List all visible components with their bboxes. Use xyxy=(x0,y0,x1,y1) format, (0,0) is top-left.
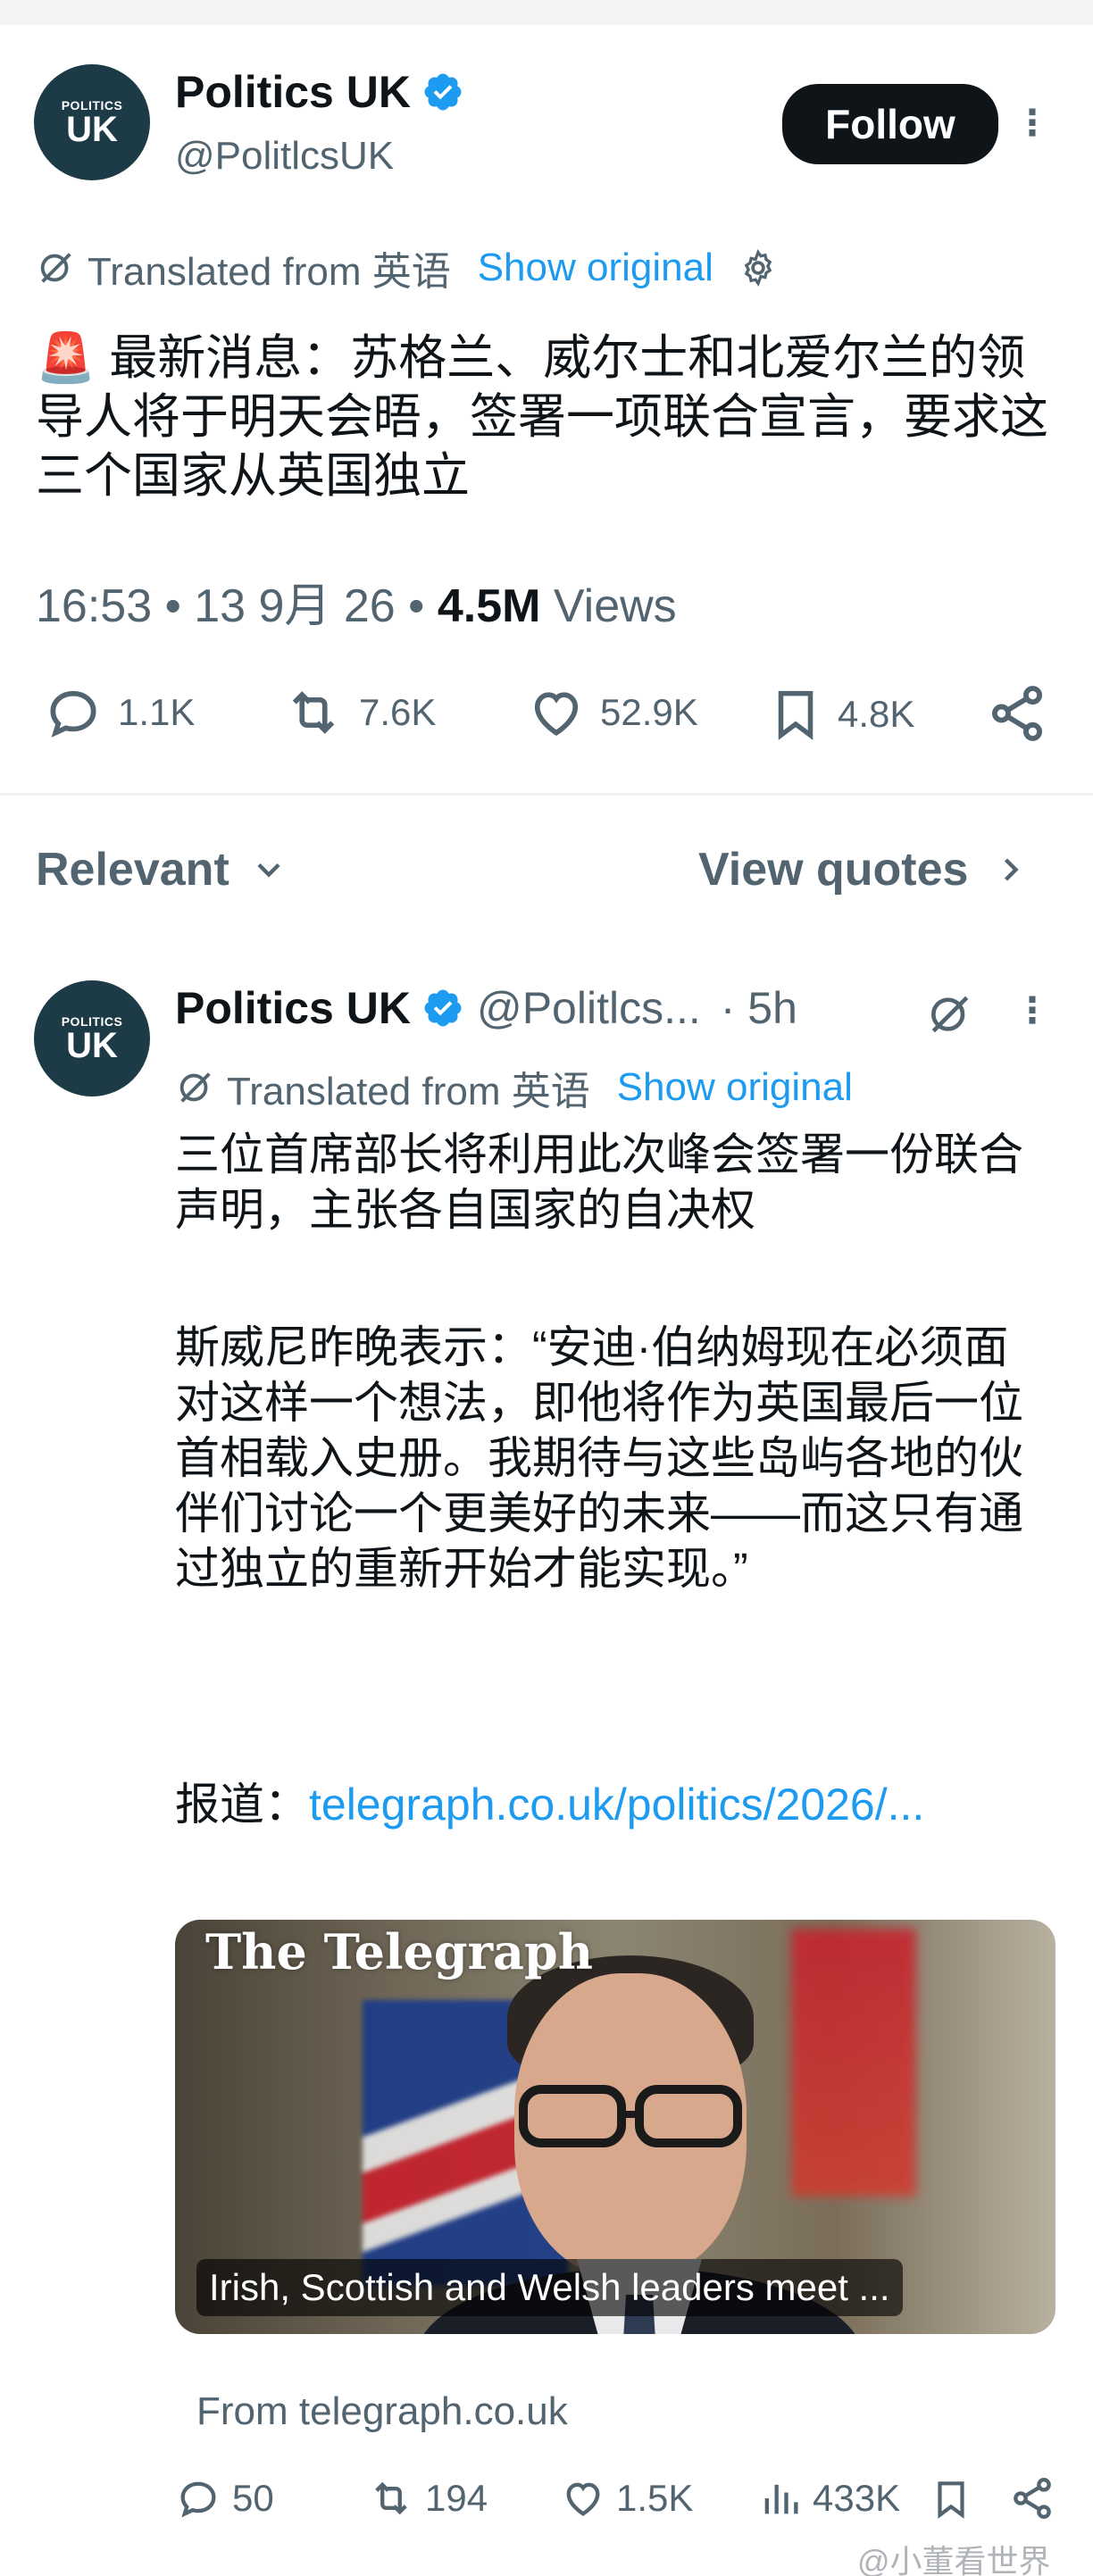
translation-bar: Translated from 英语 Show original xyxy=(36,239,778,296)
views-count: 4.5M xyxy=(437,580,541,632)
reply-views-button[interactable]: 433K xyxy=(757,2475,900,2522)
avatar-text-main: UK xyxy=(66,110,118,149)
author-handle[interactable]: @PolitlcsUK xyxy=(175,134,394,179)
watermark: @小董看世界 xyxy=(857,2543,1051,2576)
reply-like-button[interactable]: 1.5K xyxy=(559,2475,693,2522)
reply-share-icon[interactable] xyxy=(1009,2475,1055,2522)
share-icon xyxy=(992,686,1042,741)
card-caption: Irish, Scottish and Welsh leaders meet .… xyxy=(196,2259,903,2316)
retweet-button[interactable]: 7.6K xyxy=(280,682,436,743)
glasses-icon xyxy=(519,2085,742,2147)
translated-from-label: Translated from 英语 xyxy=(227,1070,590,1113)
translated-from-label: Translated from 英语 xyxy=(88,250,451,294)
section-divider xyxy=(0,793,1093,796)
report-prefix: 报道： xyxy=(175,1780,309,1830)
reply-report-line: 报道：telegraph.co.uk/politics/2026/... xyxy=(175,1777,979,1832)
main-author-row: Politics UK xyxy=(175,66,464,118)
author-name[interactable]: Politics UK xyxy=(175,66,411,118)
report-link[interactable]: telegraph.co.uk/politics/2026/... xyxy=(309,1780,924,1830)
reply-retweet-count: 194 xyxy=(425,2477,488,2519)
status-bar xyxy=(0,0,1093,25)
main-tweet-meta: 16:53 • 13 9月 26 • 4.5M Views xyxy=(36,568,677,635)
reply-bookmark-icon[interactable] xyxy=(929,2475,973,2523)
chevron-down-icon xyxy=(257,863,280,878)
bookmark-button[interactable]: 4.8K xyxy=(766,682,914,746)
reply-button[interactable]: 1.1K xyxy=(43,682,195,743)
telegraph-logo: The Telegraph xyxy=(205,1923,594,1980)
gear-icon[interactable] xyxy=(738,248,778,288)
reply-paragraph-2: 斯威尼昨晚表示：“安迪·伯纳姆现在必须面对这样一个想法，即他将作为英国最后一位首… xyxy=(175,1322,1023,1594)
main-avatar[interactable]: POLITICS UK xyxy=(34,64,150,180)
grok-icon[interactable] xyxy=(925,989,975,1039)
red-flag-image xyxy=(791,1929,916,2197)
more-options-icon[interactable]: ⋮ xyxy=(1014,105,1050,145)
heart-icon xyxy=(534,692,579,736)
verified-badge-icon xyxy=(424,989,462,1027)
reply-translation-bar: Translated from 英语 Show original xyxy=(175,1059,853,1116)
avatar-text-main: UK xyxy=(66,1026,118,1065)
show-original-link[interactable]: Show original xyxy=(478,246,713,290)
reply-reply-button[interactable]: 50 xyxy=(175,2475,274,2522)
like-count: 52.9K xyxy=(600,691,698,733)
reply-more-options-icon[interactable]: ⋮ xyxy=(1014,993,1050,1032)
bookmark-count: 4.8K xyxy=(838,693,915,735)
translate-icon xyxy=(40,253,71,283)
reply-time[interactable]: · 5h xyxy=(721,982,797,1034)
view-quotes-label: View quotes xyxy=(698,844,969,896)
reply-count: 1.1K xyxy=(118,691,196,733)
retweet-icon xyxy=(292,691,335,734)
chevron-right-icon xyxy=(1005,858,1020,881)
heart-icon xyxy=(566,2482,600,2516)
reply-reply-count: 50 xyxy=(232,2477,274,2519)
follow-button[interactable]: Follow xyxy=(782,84,998,164)
translate-icon xyxy=(179,1072,211,1103)
reply-like-count: 1.5K xyxy=(616,2477,694,2519)
verified-badge-icon xyxy=(424,73,462,111)
relevant-sort-button[interactable]: Relevant xyxy=(36,843,288,896)
reply-author-name[interactable]: Politics UK xyxy=(175,982,411,1034)
retweet-count: 7.6K xyxy=(359,691,437,733)
views-label: Views xyxy=(553,580,677,632)
reply-icon xyxy=(50,690,96,738)
relevant-label: Relevant xyxy=(36,844,229,896)
reply-author-handle[interactable]: @Politlcs... xyxy=(477,982,701,1034)
reply-paragraph-1: 三位首席部长将利用此次峰会签署一份联合声明，主张各自国家的自决权 xyxy=(175,1130,1023,1235)
reply-author-row: Politics UK @Politlcs... · 5h xyxy=(175,982,961,1034)
card-source[interactable]: From telegraph.co.uk xyxy=(196,2389,568,2434)
link-card[interactable]: The Telegraph Irish, Scottish and Welsh … xyxy=(175,1920,1055,2334)
retweet-icon xyxy=(375,2481,407,2515)
views-chart-icon xyxy=(764,2484,798,2514)
reply-views-count: 433K xyxy=(813,2477,901,2519)
reply-icon xyxy=(180,2481,216,2518)
card-image: The Telegraph Irish, Scottish and Welsh … xyxy=(175,1920,1055,2334)
like-button[interactable]: 52.9K xyxy=(525,682,698,743)
show-original-link[interactable]: Show original xyxy=(617,1065,853,1110)
reply-avatar[interactable]: POLITICS UK xyxy=(34,980,150,1096)
view-quotes-button[interactable]: View quotes xyxy=(698,843,1030,896)
timestamp[interactable]: 16:53 • 13 9月 26 • xyxy=(36,580,424,632)
share-button[interactable] xyxy=(986,682,1048,745)
bookmark-icon xyxy=(778,690,813,740)
main-tweet-text: 🚨 最新消息：苏格兰、威尔士和北爱尔兰的领导人将于明天会晤，签署一项联合宣言，要… xyxy=(36,331,1048,503)
reply-retweet-button[interactable]: 194 xyxy=(366,2475,488,2522)
